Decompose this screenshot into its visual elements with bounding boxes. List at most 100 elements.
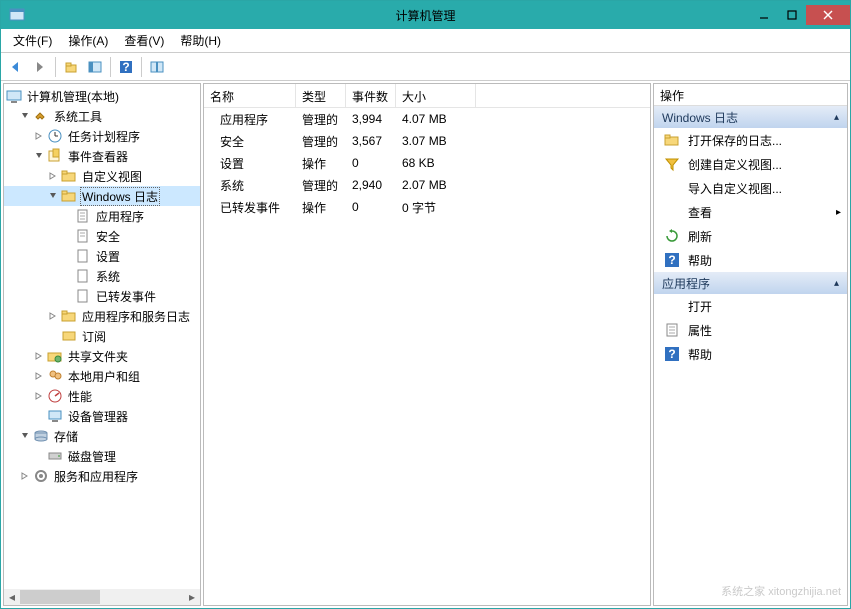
event-viewer-icon [47, 148, 63, 164]
tree-task-scheduler[interactable]: 任务计划程序 [4, 126, 200, 146]
tree-system-log[interactable]: 系统 [4, 266, 200, 286]
menu-view[interactable]: 查看(V) [116, 30, 172, 51]
expander-icon[interactable] [34, 131, 45, 142]
tree-performance[interactable]: 性能 [4, 386, 200, 406]
tree-root[interactable]: 计算机管理(本地) [4, 86, 200, 106]
blank-icon [664, 204, 680, 220]
expander-icon[interactable] [20, 431, 31, 442]
action-properties[interactable]: 属性 [654, 318, 847, 342]
column-header-type[interactable]: 类型 [296, 84, 346, 107]
users-icon [47, 368, 63, 384]
list-row[interactable]: 设置操作068 KB [204, 152, 650, 174]
expander-icon[interactable] [20, 471, 31, 482]
actions-section-windows-logs[interactable]: Windows 日志 ▴ [654, 106, 847, 128]
folder-icon [61, 308, 77, 324]
menu-action[interactable]: 操作(A) [60, 30, 116, 51]
app-icon [9, 7, 25, 23]
cell-size: 68 KB [396, 154, 476, 172]
expander-icon[interactable] [34, 351, 45, 362]
list-row[interactable]: 应用程序管理的3,9944.07 MB [204, 108, 650, 130]
list-row[interactable]: 已转发事件操作00 字节 [204, 196, 650, 218]
column-header-events[interactable]: 事件数 [346, 84, 396, 107]
tree-root-label: 计算机管理(本地) [25, 88, 121, 105]
tree-security-log[interactable]: 安全 [4, 226, 200, 246]
expander-icon[interactable] [48, 311, 59, 322]
help-icon: ? [664, 252, 680, 268]
tree-app-log[interactable]: 应用程序 [4, 206, 200, 226]
properties-button[interactable] [146, 56, 168, 78]
expander-icon[interactable] [34, 371, 45, 382]
tree-event-viewer[interactable]: 事件查看器 [4, 146, 200, 166]
expander-icon[interactable] [34, 391, 45, 402]
action-help2[interactable]: ? 帮助 [654, 342, 847, 366]
help-button[interactable]: ? [115, 56, 137, 78]
action-import-custom-view[interactable]: 导入自定义视图... [654, 176, 847, 200]
expander-icon[interactable] [48, 191, 59, 202]
column-header-name[interactable]: 名称 [204, 84, 296, 107]
action-refresh[interactable]: 刷新 [654, 224, 847, 248]
cell-type: 管理的 [296, 109, 346, 130]
computer-mgmt-icon [6, 88, 22, 104]
cell-events: 0 [346, 198, 396, 216]
cell-events: 3,567 [346, 132, 396, 150]
tree-system-tools[interactable]: 系统工具 [4, 106, 200, 126]
tree-disk-mgmt[interactable]: 磁盘管理 [4, 446, 200, 466]
tree-subscriptions[interactable]: 订阅 [4, 326, 200, 346]
tree-windows-logs[interactable]: Windows 日志 [4, 186, 200, 206]
list-row[interactable]: 系统管理的2,9402.07 MB [204, 174, 650, 196]
show-hide-tree-button[interactable] [84, 56, 106, 78]
expander-icon[interactable] [34, 151, 45, 162]
tree-services-apps[interactable]: 服务和应用程序 [4, 466, 200, 486]
cell-name: 设置 [204, 153, 296, 174]
close-button[interactable] [806, 5, 850, 25]
cell-events: 2,940 [346, 176, 396, 194]
properties-icon [664, 322, 680, 338]
tree-forwarded-log[interactable]: 已转发事件 [4, 286, 200, 306]
up-button[interactable] [60, 56, 82, 78]
minimize-button[interactable] [750, 5, 778, 25]
svg-text:?: ? [122, 60, 129, 74]
log-icon [75, 248, 91, 264]
folder-open-icon [664, 132, 680, 148]
tree-local-users[interactable]: 本地用户和组 [4, 366, 200, 386]
tree-custom-views[interactable]: 自定义视图 [4, 166, 200, 186]
tree-scrollbar-horizontal[interactable]: ◂ ▸ [4, 589, 200, 605]
scroll-left-button[interactable]: ◂ [4, 589, 20, 605]
forward-button[interactable] [29, 56, 51, 78]
cell-events: 0 [346, 154, 396, 172]
tree-setup-log[interactable]: 设置 [4, 246, 200, 266]
cell-size: 0 字节 [396, 197, 476, 218]
scroll-right-button[interactable]: ▸ [184, 589, 200, 605]
folder-icon [61, 188, 77, 204]
clock-icon [47, 128, 63, 144]
titlebar: 计算机管理 [1, 1, 850, 29]
log-icon [75, 208, 91, 224]
expander-icon[interactable] [48, 171, 59, 182]
menu-help[interactable]: 帮助(H) [172, 30, 229, 51]
cell-name: 应用程序 [204, 109, 296, 130]
tree-shared-folders[interactable]: 共享文件夹 [4, 346, 200, 366]
action-view[interactable]: 查看 ▸ [654, 200, 847, 224]
cell-type: 操作 [296, 197, 346, 218]
blank-icon [664, 298, 680, 314]
cell-name: 系统 [204, 175, 296, 196]
list-panel: 名称 类型 事件数 大小 应用程序管理的3,9944.07 MB安全管理的3,5… [203, 83, 651, 606]
tree-storage[interactable]: 存储 [4, 426, 200, 446]
actions-panel: 操作 Windows 日志 ▴ 打开保存的日志... 创建自定义视图... 导入… [653, 83, 848, 606]
back-button[interactable] [5, 56, 27, 78]
column-header-size[interactable]: 大小 [396, 84, 476, 107]
action-help[interactable]: ? 帮助 [654, 248, 847, 272]
list-row[interactable]: 安全管理的3,5673.07 MB [204, 130, 650, 152]
tree-device-manager[interactable]: 设备管理器 [4, 406, 200, 426]
maximize-button[interactable] [778, 5, 806, 25]
menu-file[interactable]: 文件(F) [5, 30, 60, 51]
expander-icon[interactable] [20, 111, 31, 122]
log-icon [75, 268, 91, 284]
tree-apps-services-log[interactable]: 应用程序和服务日志 [4, 306, 200, 326]
subscription-icon [61, 328, 77, 344]
scroll-thumb[interactable] [20, 590, 100, 604]
action-create-custom-view[interactable]: 创建自定义视图... [654, 152, 847, 176]
actions-section-application[interactable]: 应用程序 ▴ [654, 272, 847, 294]
action-open[interactable]: 打开 [654, 294, 847, 318]
action-open-saved-log[interactable]: 打开保存的日志... [654, 128, 847, 152]
